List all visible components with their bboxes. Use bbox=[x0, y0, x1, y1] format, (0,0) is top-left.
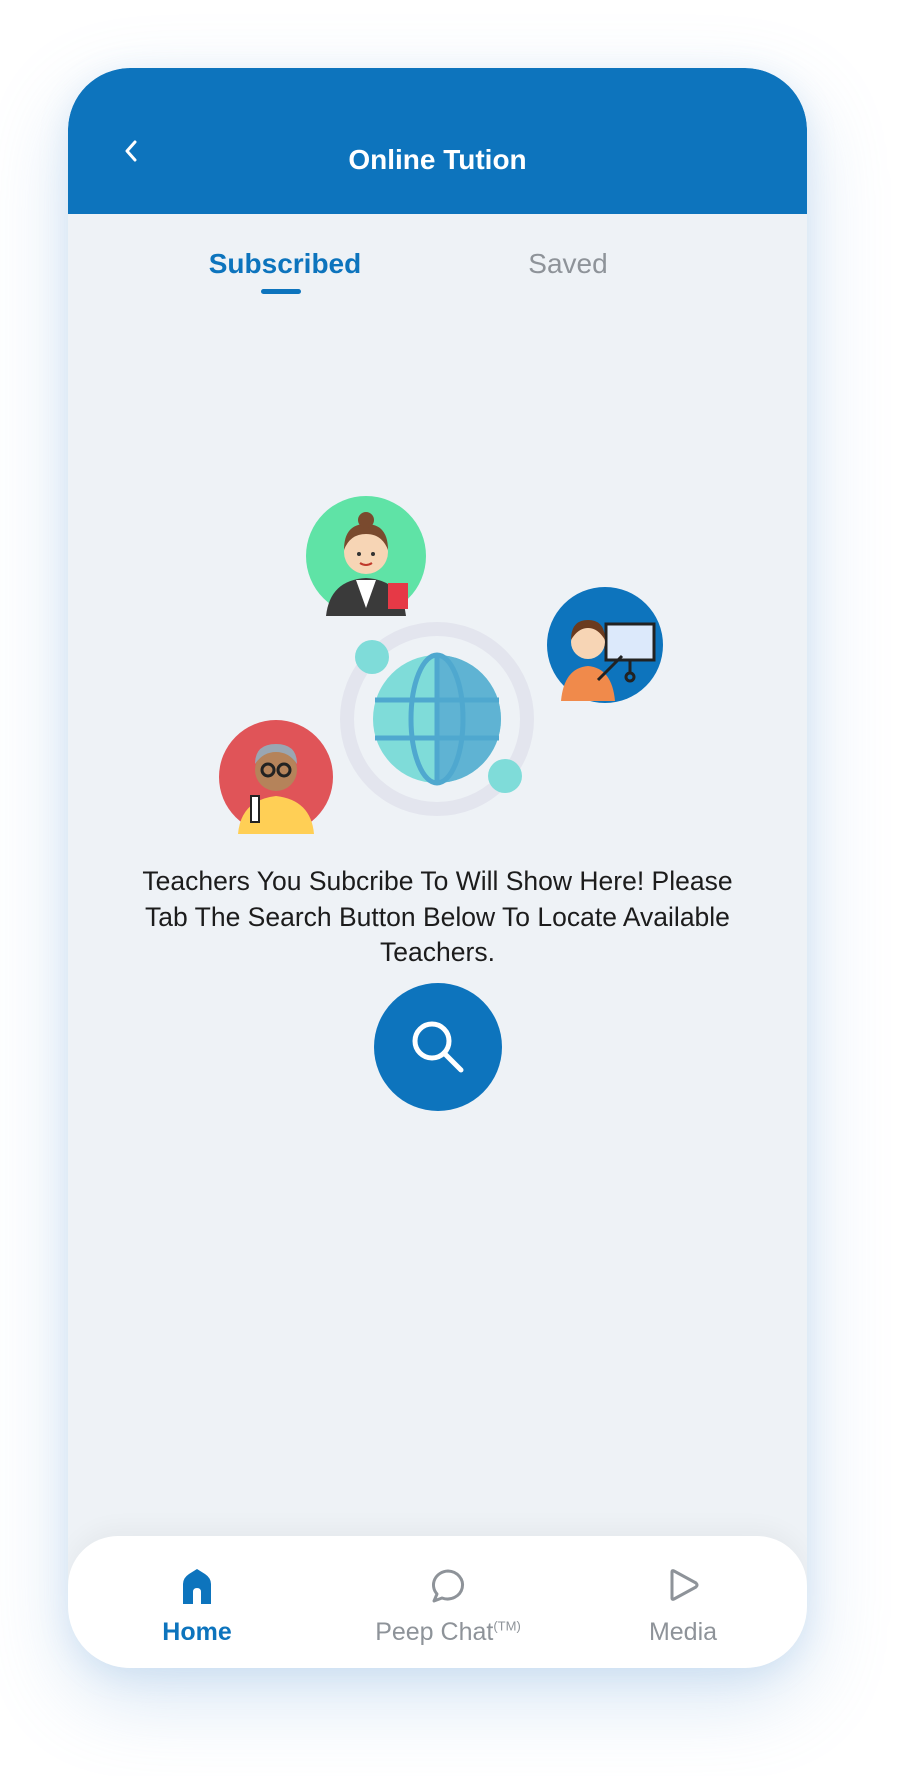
nav-media-label: Media bbox=[648, 1618, 718, 1646]
globe-icon bbox=[340, 622, 534, 816]
nav-peep-chat-label: Peep Chat(TM) bbox=[375, 1618, 521, 1647]
elderly-teacher-avatar-icon bbox=[219, 720, 333, 834]
search-icon bbox=[412, 1021, 464, 1073]
nav-peep-chat-text: Peep Chat bbox=[375, 1618, 494, 1646]
nav-home-label: Home bbox=[162, 1618, 232, 1646]
chat-bubble-icon bbox=[432, 1569, 464, 1603]
empty-state-message: Teachers You Subcribe To Will Show Here!… bbox=[142, 866, 733, 967]
home-icon bbox=[183, 1569, 211, 1604]
nav-media[interactable]: Media bbox=[628, 1536, 738, 1668]
teachers-illustration bbox=[219, 496, 663, 834]
bottom-navigation: Home Peep Chat(TM) Media bbox=[68, 1536, 807, 1668]
nav-home[interactable]: Home bbox=[132, 1536, 262, 1668]
trademark-superscript: (TM) bbox=[493, 1618, 521, 1634]
presenter-teacher-avatar-icon bbox=[547, 587, 663, 703]
phone-frame: Online Tution Subscribed Saved Teachers … bbox=[68, 68, 807, 1668]
play-icon bbox=[670, 1569, 699, 1601]
female-teacher-avatar-icon bbox=[306, 496, 426, 616]
nav-peep-chat[interactable]: Peep Chat(TM) bbox=[363, 1536, 533, 1668]
search-button[interactable] bbox=[374, 983, 502, 1111]
